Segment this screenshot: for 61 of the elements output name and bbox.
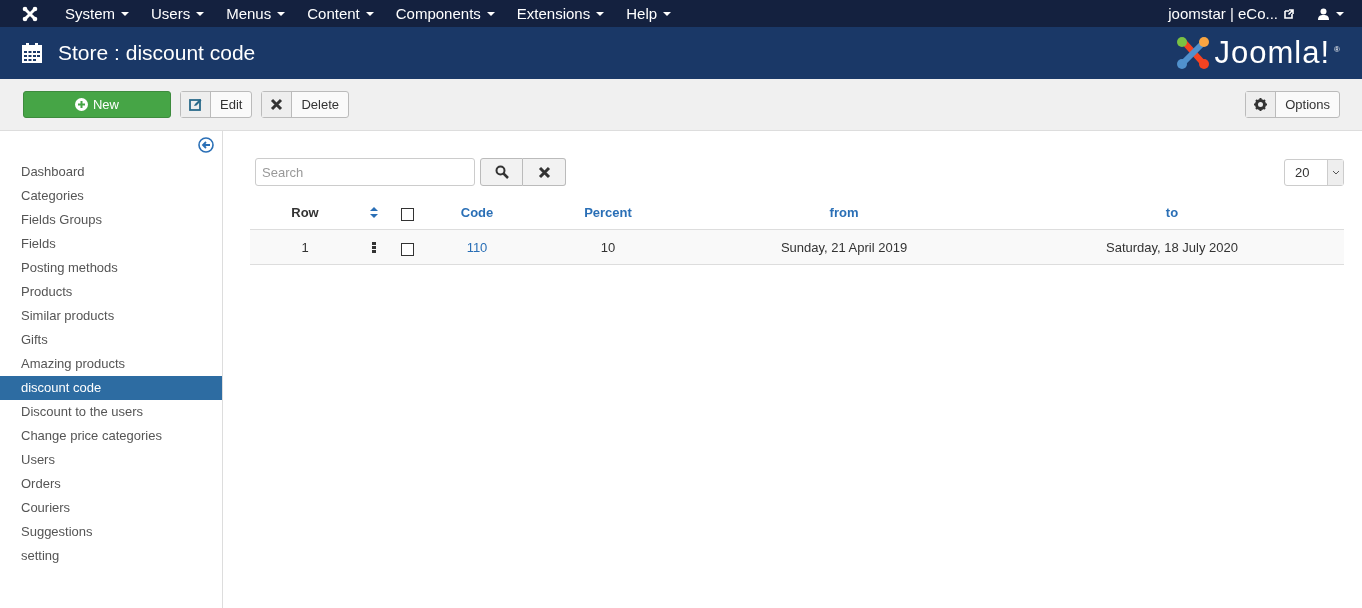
- site-link[interactable]: joomstar | eCo...: [1168, 5, 1294, 22]
- table-cell: Sunday, 21 April 2019: [780, 239, 908, 255]
- checkbox[interactable]: [400, 242, 414, 256]
- search-button[interactable]: [480, 158, 523, 186]
- search-field[interactable]: Search: [255, 158, 475, 186]
- menu-item[interactable]: Help: [613, 5, 681, 22]
- collapse-icon[interactable]: [198, 137, 214, 153]
- table-cell: Saturday, 18 July 2020: [1106, 239, 1238, 255]
- sidebar-item[interactable]: setting: [0, 544, 222, 568]
- limit-select[interactable]: 20: [1284, 158, 1344, 186]
- page-title: Store : discount code: [58, 41, 256, 65]
- column-header: Row: [291, 205, 319, 220]
- sidebar-item[interactable]: discount code: [0, 376, 222, 400]
- user-menu[interactable]: [1318, 7, 1344, 20]
- sort-icon[interactable]: [370, 207, 378, 218]
- search-icon: [494, 165, 509, 179]
- sidebar-item[interactable]: Couriers: [0, 496, 222, 520]
- close-icon: [537, 165, 551, 179]
- drag-handle-icon[interactable]: [372, 241, 376, 253]
- menu-item[interactable]: Content: [294, 5, 383, 22]
- options-button[interactable]: Options: [1245, 91, 1340, 118]
- sidebar-item[interactable]: Gifts: [0, 328, 222, 352]
- sidebar-item[interactable]: Change price categories: [0, 424, 222, 448]
- sidebar-item[interactable]: Users: [0, 448, 222, 472]
- edit-button[interactable]: Edit: [180, 91, 253, 118]
- plus-circle-icon: [75, 98, 88, 111]
- settings-icon: [1254, 98, 1268, 111]
- sidebar-item[interactable]: Fields Groups: [0, 208, 222, 232]
- delete-button[interactable]: Delete: [261, 91, 349, 118]
- sidebar-item[interactable]: Similar products: [0, 304, 222, 328]
- close-icon: [270, 98, 284, 111]
- menu-item[interactable]: Users: [138, 5, 214, 22]
- sidebar-item[interactable]: Products: [0, 280, 222, 304]
- column-header-link[interactable]: from: [829, 205, 859, 220]
- sidebar-item[interactable]: Posting methods: [0, 256, 222, 280]
- column-header-link[interactable]: Percent: [584, 205, 632, 220]
- menu-item[interactable]: Extensions: [503, 5, 614, 22]
- table-cell: 1: [301, 239, 309, 255]
- menu-item[interactable]: Components: [382, 5, 504, 22]
- table-cell: 10: [600, 239, 616, 255]
- chevron-down-icon: [1331, 169, 1340, 175]
- registered-mark: ®: [1334, 45, 1340, 54]
- edit-icon: [189, 98, 202, 111]
- sidebar-item[interactable]: Amazing products: [0, 352, 222, 376]
- sidebar-item[interactable]: Fields: [0, 232, 222, 256]
- menu-item[interactable]: System: [52, 5, 138, 22]
- column-header-link[interactable]: to: [1165, 205, 1179, 220]
- column-header-link[interactable]: Code: [460, 205, 494, 220]
- sidebar-item[interactable]: Categories: [0, 184, 222, 208]
- checkbox[interactable]: [400, 208, 414, 221]
- sidebar-item[interactable]: Dashboard: [0, 160, 222, 184]
- sidebar-item[interactable]: Discount to the users: [0, 400, 222, 424]
- sidebar-item[interactable]: Orders: [0, 472, 222, 496]
- calendar-icon: [22, 43, 42, 63]
- sidebar-item[interactable]: Suggestions: [0, 520, 222, 544]
- row-link[interactable]: 110: [466, 239, 488, 255]
- user-icon: [1318, 7, 1329, 20]
- menu-item[interactable]: Menus: [213, 5, 295, 22]
- clear-button[interactable]: [523, 158, 566, 186]
- external-link-icon: [1284, 8, 1294, 19]
- logo-text: Joomla!: [1214, 35, 1331, 71]
